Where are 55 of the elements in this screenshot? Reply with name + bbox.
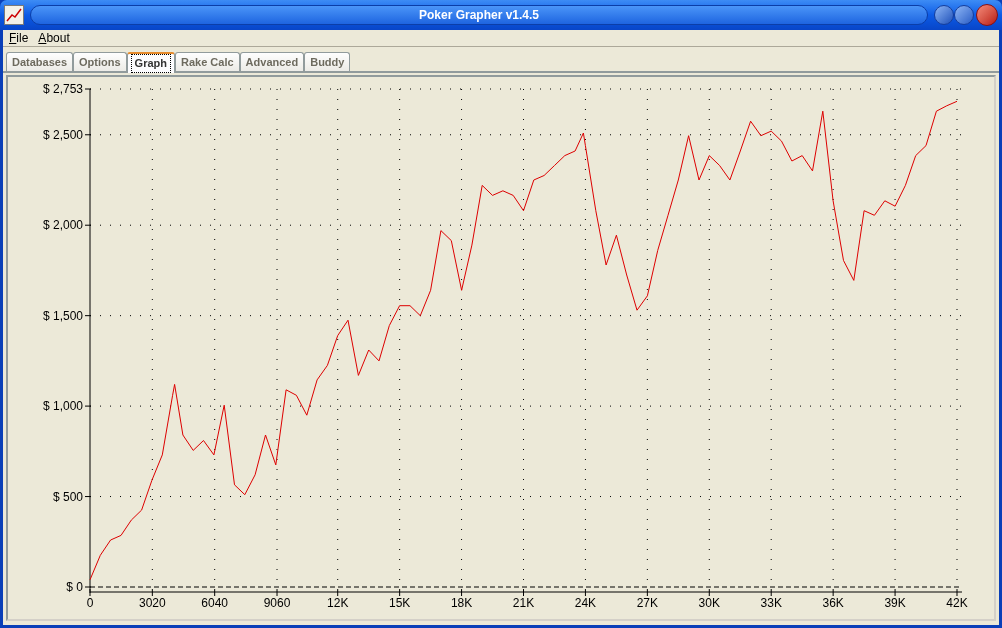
y-axis-label: $ 2,500 — [42, 127, 83, 142]
close-button[interactable] — [976, 4, 998, 26]
tick-mark — [84, 134, 92, 136]
window-title: Poker Grapher v1.4.5 — [418, 7, 540, 24]
x-axis-label: 39K — [884, 596, 906, 610]
tick-mark — [399, 588, 401, 597]
maximize-button[interactable] — [954, 5, 974, 25]
tab[interactable]: Rake Calc — [175, 52, 240, 71]
line-chart-icon — [4, 5, 24, 25]
y-axis-label: $ 500 — [52, 489, 83, 504]
tick-mark — [832, 588, 834, 597]
tick-mark — [84, 88, 92, 90]
tab[interactable]: Buddy — [304, 52, 351, 71]
tick-mark — [956, 588, 958, 597]
y-axis-label: $ 1,500 — [42, 308, 83, 323]
tick-mark — [84, 405, 92, 407]
y-axis-label: $ 0 — [66, 580, 83, 594]
tick-mark — [151, 588, 153, 597]
minimize-button[interactable] — [934, 5, 954, 25]
tick-mark — [214, 588, 216, 597]
x-axis-label: 6040 — [201, 596, 229, 610]
x-axis-label: 12K — [327, 596, 349, 610]
x-axis-label: 3020 — [139, 596, 166, 610]
x-axis-label: 9060 — [263, 596, 291, 610]
y-axis-label: $ 2,000 — [42, 218, 83, 233]
tick-mark — [84, 315, 92, 317]
x-axis-label: 0 — [86, 596, 94, 610]
y-axis-label: $ 1,000 — [42, 399, 83, 414]
tick-mark — [894, 588, 896, 597]
x-axis-label: 33K — [760, 596, 782, 610]
x-axis-label: 27K — [636, 596, 659, 610]
x-axis-label: 18K — [450, 596, 473, 610]
tab[interactable]: Options — [73, 52, 127, 71]
tab[interactable]: Advanced — [239, 52, 305, 71]
tick-mark — [461, 588, 463, 597]
tick-mark — [523, 588, 524, 597]
tick-mark — [646, 588, 648, 597]
x-axis-label: 21K — [512, 596, 535, 610]
tab[interactable]: Databases — [6, 52, 74, 71]
tick-mark — [84, 224, 92, 226]
y-axis-label: $ 2,753 — [42, 82, 83, 96]
x-axis-label: 36K — [822, 596, 844, 610]
tick-mark — [770, 588, 772, 597]
menu-item[interactable]: File — [7, 29, 31, 47]
tab[interactable]: Graph — [126, 52, 175, 73]
x-axis-label: 24K — [574, 596, 597, 610]
tick-mark — [84, 496, 92, 498]
tick-mark — [584, 588, 586, 597]
menu-item[interactable]: About — [36, 29, 72, 47]
tick-mark — [708, 588, 710, 597]
tick-mark — [276, 588, 278, 597]
x-axis-label: 15K — [388, 596, 411, 610]
x-axis-label: 30K — [698, 596, 720, 610]
x-axis-label: 42K — [946, 596, 968, 610]
tick-mark — [337, 588, 339, 597]
